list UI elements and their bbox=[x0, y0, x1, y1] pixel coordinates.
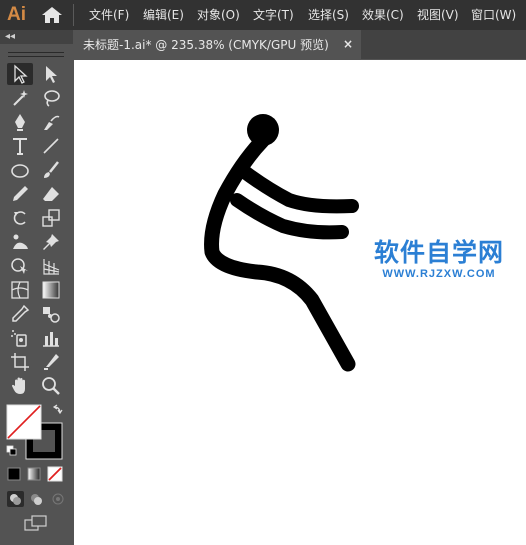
gradient-tool[interactable] bbox=[38, 279, 64, 301]
perspective-grid-tool[interactable] bbox=[38, 255, 64, 277]
eraser-tool[interactable] bbox=[38, 183, 64, 205]
color-button[interactable] bbox=[7, 467, 21, 481]
mesh-icon bbox=[11, 281, 29, 299]
pen-tool[interactable] bbox=[7, 111, 33, 133]
eraser-icon bbox=[43, 187, 59, 201]
curvature-tool[interactable] bbox=[38, 111, 64, 133]
line-tool[interactable] bbox=[38, 135, 64, 157]
menu-file[interactable]: 文件(F) bbox=[89, 7, 129, 23]
screen-mode-icon[interactable] bbox=[24, 515, 50, 531]
magic-wand-tool[interactable] bbox=[7, 87, 33, 109]
slice-tool[interactable] bbox=[38, 351, 64, 373]
document-tab-bar: 未标题-1.ai* @ 235.38% (CMYK/GPU 预览) × bbox=[73, 30, 526, 59]
puppet-warp-tool[interactable] bbox=[7, 231, 33, 253]
perspective-icon bbox=[43, 259, 60, 275]
lasso-icon bbox=[44, 90, 60, 107]
artboard-tool[interactable] bbox=[7, 351, 33, 373]
selection-tool[interactable] bbox=[7, 63, 33, 85]
hand-tool[interactable] bbox=[7, 375, 33, 397]
mesh-tool[interactable] bbox=[7, 279, 33, 301]
document-tab[interactable]: 未标题-1.ai* @ 235.38% (CMYK/GPU 预览) × bbox=[73, 30, 361, 59]
symbol-sprayer-tool[interactable] bbox=[7, 327, 33, 349]
curvature-icon bbox=[44, 115, 60, 130]
ellipse-tool[interactable] bbox=[7, 159, 33, 181]
slice-icon bbox=[44, 354, 59, 370]
gradient-button[interactable] bbox=[27, 467, 41, 481]
scale-tool[interactable] bbox=[38, 207, 64, 229]
column-graph-tool[interactable] bbox=[38, 327, 64, 349]
line-icon bbox=[43, 138, 59, 154]
gradient-icon bbox=[42, 281, 60, 299]
hand-icon bbox=[12, 377, 25, 394]
menu-edit[interactable]: 编辑(E) bbox=[143, 7, 184, 23]
eyedropper-tool[interactable] bbox=[7, 303, 33, 325]
artboard-icon bbox=[11, 353, 29, 371]
menu-bar: Ai 文件(F) 编辑(E) 对象(O) 文字(T) 选择(S) 效果(C) 视… bbox=[0, 0, 526, 30]
menu-type[interactable]: 文字(T) bbox=[253, 7, 294, 23]
figure-upper-arm-stroke bbox=[235, 163, 359, 214]
zoom-icon bbox=[42, 377, 60, 395]
blend-tool[interactable] bbox=[38, 303, 64, 325]
brush-icon bbox=[44, 161, 59, 178]
lasso-tool[interactable] bbox=[38, 87, 64, 109]
eyedropper-icon bbox=[12, 304, 30, 322]
arrow-icon bbox=[14, 64, 28, 84]
home-icon[interactable] bbox=[41, 6, 63, 24]
pencil-tool[interactable] bbox=[7, 183, 33, 205]
watermark-url: WWW.RJZXW.COM bbox=[382, 268, 496, 280]
menu-window[interactable]: 窗口(W) bbox=[471, 7, 516, 23]
pen-icon bbox=[15, 114, 25, 131]
puppet-icon bbox=[13, 234, 28, 249]
panel-grip[interactable] bbox=[8, 52, 64, 57]
menu-select[interactable]: 选择(S) bbox=[308, 7, 349, 23]
close-icon[interactable]: × bbox=[343, 36, 353, 52]
app-logo: Ai bbox=[7, 4, 26, 25]
shape-builder-icon bbox=[11, 258, 28, 274]
color-mode-buttons bbox=[7, 466, 63, 482]
blend-icon bbox=[43, 307, 60, 323]
rotate-tool[interactable] bbox=[7, 207, 33, 229]
artboard-canvas[interactable]: 软件自学网 WWW.RJZXW.COM bbox=[74, 60, 526, 545]
document-tab-title: 未标题-1.ai* @ 235.38% (CMYK/GPU 预览) bbox=[83, 38, 329, 52]
menu-object[interactable]: 对象(O) bbox=[197, 7, 240, 23]
menu-separator bbox=[73, 4, 74, 26]
direct-arrow-icon bbox=[46, 66, 57, 83]
watermark-title: 软件自学网 bbox=[373, 238, 504, 267]
direct-selection-tool[interactable] bbox=[38, 63, 64, 85]
sprayer-icon bbox=[11, 330, 27, 347]
menu-effect[interactable]: 效果(C) bbox=[362, 7, 404, 23]
menu-view[interactable]: 视图(V) bbox=[417, 7, 459, 23]
collapse-panel-button[interactable]: ◂◂ bbox=[5, 31, 15, 43]
magic-wand-icon bbox=[13, 90, 28, 106]
fill-stroke-control[interactable] bbox=[4, 402, 72, 462]
zoom-tool[interactable] bbox=[38, 375, 64, 397]
pin-tool[interactable] bbox=[38, 231, 64, 253]
draw-mode-buttons bbox=[7, 491, 64, 507]
scale-icon bbox=[42, 209, 60, 227]
rotate-icon bbox=[13, 211, 26, 225]
shape-builder-tool[interactable] bbox=[7, 255, 33, 277]
pin-icon bbox=[43, 234, 59, 250]
watermark: 软件自学网 WWW.RJZXW.COM bbox=[364, 238, 514, 281]
type-tool[interactable] bbox=[7, 135, 33, 157]
paintbrush-tool[interactable] bbox=[38, 159, 64, 181]
graph-icon bbox=[43, 332, 59, 347]
ellipse-icon bbox=[11, 164, 29, 178]
type-icon bbox=[13, 138, 27, 155]
figure-body-stroke bbox=[204, 132, 356, 372]
swap-icon[interactable] bbox=[52, 404, 63, 415]
stick-figure-artwork[interactable] bbox=[74, 60, 526, 545]
pencil-icon bbox=[13, 186, 28, 201]
